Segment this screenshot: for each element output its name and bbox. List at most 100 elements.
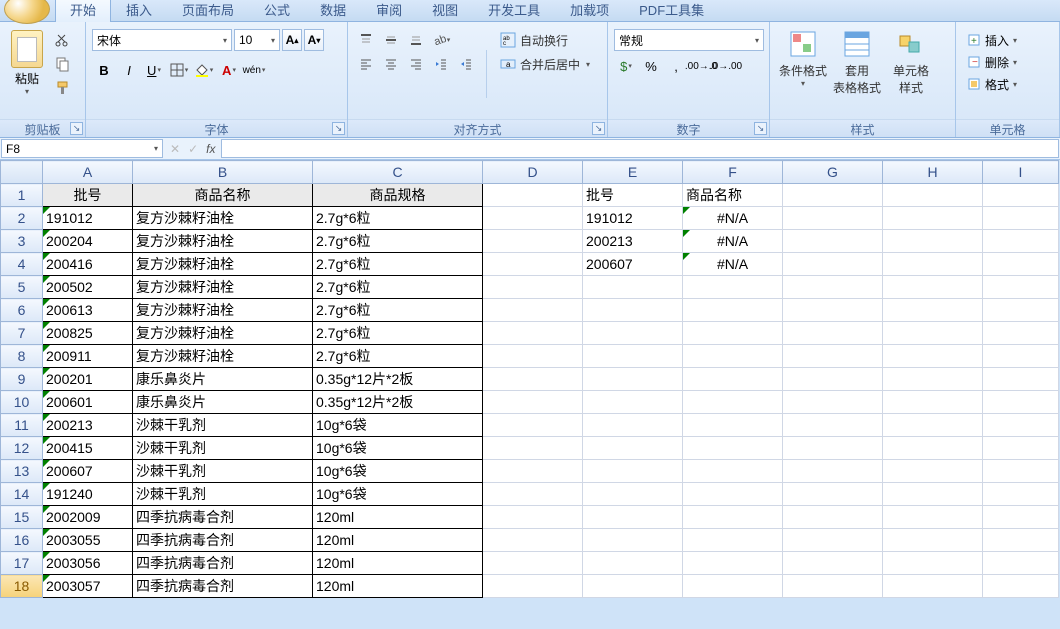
- row-header[interactable]: 8: [1, 345, 43, 368]
- cell[interactable]: 200825: [43, 322, 133, 345]
- cell[interactable]: 200415: [43, 437, 133, 460]
- cell[interactable]: [883, 437, 983, 460]
- cell[interactable]: 10g*6袋: [313, 437, 483, 460]
- copy-button[interactable]: [52, 53, 74, 75]
- cell[interactable]: [783, 506, 883, 529]
- cell[interactable]: [883, 230, 983, 253]
- align-left-button[interactable]: [354, 53, 378, 75]
- cell[interactable]: [883, 483, 983, 506]
- cell[interactable]: [883, 575, 983, 598]
- row-header[interactable]: 13: [1, 460, 43, 483]
- cell[interactable]: [483, 437, 583, 460]
- cell[interactable]: 200607: [583, 253, 683, 276]
- col-header-H[interactable]: H: [883, 161, 983, 184]
- align-center-button[interactable]: [379, 53, 403, 75]
- tab-pagelayout[interactable]: 页面布局: [167, 0, 249, 22]
- cell[interactable]: 200607: [43, 460, 133, 483]
- row-header[interactable]: 4: [1, 253, 43, 276]
- cell[interactable]: 复方沙棘籽油栓: [133, 276, 313, 299]
- font-launcher[interactable]: ↘: [332, 122, 345, 135]
- cell[interactable]: [483, 391, 583, 414]
- cell[interactable]: [883, 345, 983, 368]
- cell[interactable]: [783, 460, 883, 483]
- cell[interactable]: [783, 391, 883, 414]
- increase-font-button[interactable]: A▴: [282, 29, 302, 51]
- select-all-corner[interactable]: [1, 161, 43, 184]
- cell[interactable]: 0.35g*12片*2板: [313, 368, 483, 391]
- col-header-F[interactable]: F: [683, 161, 783, 184]
- cell[interactable]: 商品规格: [313, 184, 483, 207]
- cell[interactable]: 200201: [43, 368, 133, 391]
- cell[interactable]: [883, 253, 983, 276]
- row-header[interactable]: 11: [1, 414, 43, 437]
- font-name-combo[interactable]: 宋体 ▾: [92, 29, 232, 51]
- cell[interactable]: [583, 552, 683, 575]
- cell[interactable]: 2.7g*6粒: [313, 345, 483, 368]
- cell[interactable]: 复方沙棘籽油栓: [133, 322, 313, 345]
- cell[interactable]: [583, 414, 683, 437]
- cell[interactable]: [583, 460, 683, 483]
- cell[interactable]: [883, 184, 983, 207]
- cell-style-button[interactable]: 单元格 样式: [884, 25, 938, 99]
- cell[interactable]: 2003055: [43, 529, 133, 552]
- cell[interactable]: 2.7g*6粒: [313, 253, 483, 276]
- cell[interactable]: [783, 483, 883, 506]
- cell[interactable]: [483, 322, 583, 345]
- cell[interactable]: [583, 368, 683, 391]
- cell[interactable]: [683, 506, 783, 529]
- cell[interactable]: [983, 529, 1059, 552]
- row-header[interactable]: 18: [1, 575, 43, 598]
- cell[interactable]: [483, 460, 583, 483]
- phonetic-button[interactable]: wén: [242, 59, 266, 81]
- cell[interactable]: 120ml: [313, 575, 483, 598]
- cell[interactable]: 120ml: [313, 552, 483, 575]
- cell[interactable]: [683, 529, 783, 552]
- row-header[interactable]: 14: [1, 483, 43, 506]
- insert-cells-button[interactable]: + 插入▾: [962, 29, 1022, 51]
- col-header-G[interactable]: G: [783, 161, 883, 184]
- increase-indent-button[interactable]: [454, 53, 478, 75]
- cell[interactable]: 200416: [43, 253, 133, 276]
- col-header-D[interactable]: D: [483, 161, 583, 184]
- cell[interactable]: [483, 575, 583, 598]
- decrease-indent-button[interactable]: [429, 53, 453, 75]
- cell[interactable]: 沙棘干乳剂: [133, 414, 313, 437]
- row-header[interactable]: 15: [1, 506, 43, 529]
- cell[interactable]: [883, 529, 983, 552]
- decrease-font-button[interactable]: A▾: [304, 29, 324, 51]
- cell[interactable]: [583, 276, 683, 299]
- cell[interactable]: [783, 322, 883, 345]
- font-color-button[interactable]: A: [217, 59, 241, 81]
- cell[interactable]: [483, 230, 583, 253]
- cell[interactable]: 四季抗病毒合剂: [133, 575, 313, 598]
- cell[interactable]: 复方沙棘籽油栓: [133, 253, 313, 276]
- cell[interactable]: [983, 391, 1059, 414]
- cell[interactable]: 2.7g*6粒: [313, 276, 483, 299]
- cell[interactable]: 10g*6袋: [313, 460, 483, 483]
- cell[interactable]: [883, 207, 983, 230]
- borders-button[interactable]: [167, 59, 191, 81]
- cell[interactable]: [583, 437, 683, 460]
- cell[interactable]: [883, 322, 983, 345]
- cell[interactable]: [983, 460, 1059, 483]
- cell[interactable]: [583, 483, 683, 506]
- cell[interactable]: [883, 391, 983, 414]
- col-header-A[interactable]: A: [43, 161, 133, 184]
- fx-icon[interactable]: fx: [206, 142, 215, 156]
- cell[interactable]: [483, 299, 583, 322]
- cell[interactable]: [483, 253, 583, 276]
- tab-pdf[interactable]: PDF工具集: [624, 0, 719, 22]
- col-header-I[interactable]: I: [983, 161, 1059, 184]
- cell[interactable]: [783, 184, 883, 207]
- cell[interactable]: 191012: [43, 207, 133, 230]
- cell[interactable]: [783, 414, 883, 437]
- cell[interactable]: [983, 437, 1059, 460]
- cell[interactable]: [783, 253, 883, 276]
- tab-review[interactable]: 审阅: [361, 0, 417, 22]
- cell[interactable]: 10g*6袋: [313, 483, 483, 506]
- align-middle-button[interactable]: [379, 29, 403, 51]
- cell[interactable]: 商品名称: [683, 184, 783, 207]
- cell[interactable]: [683, 345, 783, 368]
- orientation-button[interactable]: ab: [429, 29, 453, 51]
- row-header[interactable]: 3: [1, 230, 43, 253]
